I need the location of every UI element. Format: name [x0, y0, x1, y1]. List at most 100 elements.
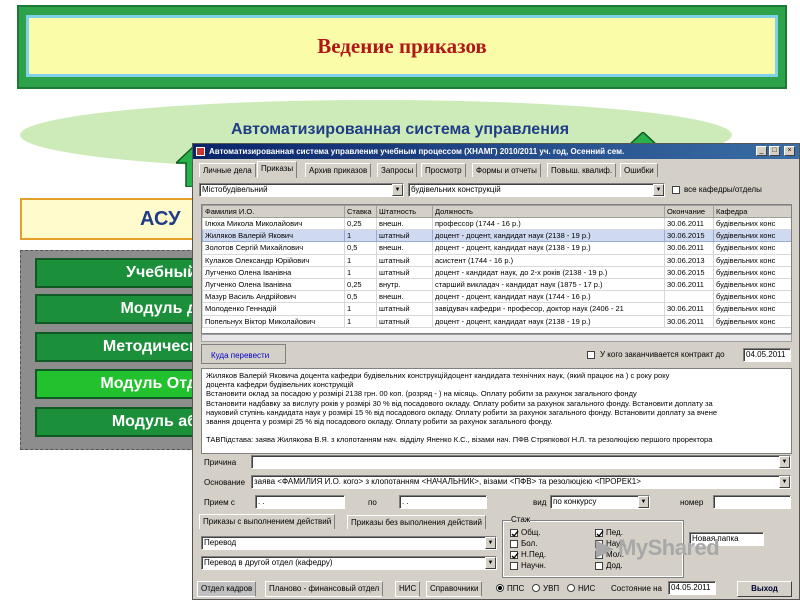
- menu-item-methodical[interactable]: Методическ: [35, 332, 205, 362]
- radio-nis[interactable]: [567, 584, 575, 592]
- order-text-area[interactable]: Жиляков Валерій Яковича доцента кафедри …: [201, 368, 792, 454]
- column-header[interactable]: Ставка: [344, 205, 377, 218]
- table-cell: будівельних конс: [713, 265, 791, 279]
- minimize-icon[interactable]: _: [756, 146, 767, 156]
- table-row[interactable]: Лугченко Олена Іванівна 1 штатный доцент - …: [202, 265, 791, 279]
- radio-pps-label: ППС: [507, 584, 525, 593]
- table-row[interactable]: Попельнух Віктор Миколайович 1 штатный доце…: [202, 314, 791, 328]
- basis-select[interactable]: заява <ФАМИЛИЯ И.О. кого> з клопотанням …: [251, 475, 791, 489]
- tab-errors[interactable]: Ошибки: [620, 163, 658, 177]
- window-title: Автоматизированная система управления уч…: [209, 147, 625, 156]
- menu-item-applicant[interactable]: Модуль аб: [35, 407, 205, 437]
- type-value: по конкурсу: [553, 497, 597, 506]
- tab-nis[interactable]: НИС: [395, 581, 421, 597]
- basis-value: заява <ФАМИЛИЯ И.О. кого> з клопотанням …: [254, 477, 641, 486]
- faculty-select-value: Містобудівельний: [202, 185, 268, 194]
- tab-queries[interactable]: Запросы: [377, 163, 418, 177]
- table-cell: 30.06.2015: [664, 229, 714, 243]
- table-cell: будівельних конс: [713, 314, 791, 328]
- type-select[interactable]: по конкурсу ▼: [550, 495, 650, 509]
- order-type-select[interactable]: Перевод ▼: [201, 536, 497, 550]
- menu-item-educational[interactable]: Учебный: [35, 258, 205, 288]
- department-select[interactable]: будівельних конструкцій ▼: [408, 183, 665, 197]
- stazh-label: Бол.: [521, 539, 538, 548]
- table-cell: Лугченко Олена Іванівна: [202, 277, 345, 292]
- menu-item-personnel[interactable]: Модуль Отд: [35, 369, 205, 399]
- chevron-down-icon[interactable]: ▼: [653, 184, 664, 196]
- radio-nis-label: НИС: [578, 584, 596, 593]
- table-cell: 1: [344, 265, 377, 279]
- table-row[interactable]: Молоденко Геннадій 1 штатный завідувач кафе…: [202, 302, 791, 316]
- radio-pps[interactable]: [496, 584, 504, 592]
- memo-line: Жиляков Валерій Яковича доцента кафедри …: [206, 371, 670, 380]
- tab-personal-files[interactable]: Личные дела: [199, 163, 256, 177]
- tab-qualification[interactable]: Повыш. квалиф.: [547, 163, 617, 177]
- chevron-down-icon[interactable]: ▼: [485, 537, 496, 549]
- table-row[interactable]: Жиляков Валерій Якович 1 штатный доцент - д…: [202, 229, 791, 243]
- maximize-icon[interactable]: □: [769, 146, 780, 156]
- exit-button[interactable]: Выход: [737, 581, 792, 597]
- tab-personnel-dept[interactable]: Отдел кадров: [197, 581, 257, 597]
- table-cell: штатный: [376, 229, 433, 243]
- type-label: вид: [533, 498, 547, 507]
- chevron-down-icon[interactable]: ▼: [779, 476, 790, 488]
- order-subtype-select[interactable]: Перевод в другой отдел (кафедру) ▼: [201, 556, 497, 570]
- table-row[interactable]: Ілюха Микола Миколайович 0,25 внешн. профес…: [202, 216, 791, 231]
- table-cell: доцент - доцент, кандидат наук (1744 - 1…: [432, 290, 665, 304]
- to-input[interactable]: . .: [399, 495, 487, 509]
- stazh-checkbox[interactable]: [510, 562, 518, 570]
- table-cell: 0,25: [344, 216, 377, 231]
- column-header[interactable]: Кафедра: [713, 205, 791, 218]
- column-header[interactable]: Фамилия И.О.: [202, 205, 345, 218]
- table-row[interactable]: Лугченко Олена Іванівна 0,25 внутр. старший…: [202, 277, 791, 292]
- table-row[interactable]: Кулаков Олександр Юрійович 1 штатный асисте…: [202, 253, 791, 267]
- stazh-checkbox[interactable]: [510, 551, 519, 559]
- reason-select[interactable]: ▼: [251, 455, 791, 469]
- tab-orders[interactable]: Приказы: [257, 161, 298, 178]
- table-cell: 30.06.2011: [664, 314, 714, 328]
- stazh-checkbox[interactable]: [510, 540, 518, 548]
- table-cell: будівельних конс: [713, 241, 791, 255]
- table-cell: 1: [344, 229, 377, 243]
- memo-line: ТАВПідстава: заява Жилякова В.Я. з клопо…: [206, 435, 713, 445]
- tab-orders-archive[interactable]: Архив приказов: [305, 163, 372, 177]
- column-header[interactable]: Штатность: [376, 205, 433, 218]
- stazh-checkbox[interactable]: [510, 529, 519, 537]
- move-button[interactable]: Куда перевести: [211, 351, 269, 360]
- tab-view[interactable]: Просмотр: [421, 163, 466, 177]
- tab-references[interactable]: Справочники: [426, 581, 483, 597]
- chevron-down-icon[interactable]: ▼: [392, 184, 403, 196]
- order-type-value: Перевод: [204, 538, 237, 547]
- tab-finance-dept[interactable]: Планово - финансовый отдел: [265, 581, 384, 597]
- chevron-down-icon[interactable]: ▼: [779, 456, 790, 468]
- chevron-down-icon[interactable]: ▼: [485, 557, 496, 569]
- state-date-input[interactable]: 04.05.2011: [668, 581, 716, 595]
- table-cell: 30.06.2013: [664, 253, 714, 267]
- contract-checkbox[interactable]: [587, 351, 595, 359]
- stazh-checkbox[interactable]: [595, 562, 603, 570]
- menu-item-module[interactable]: Модуль д: [35, 294, 205, 324]
- faculty-select[interactable]: Містобудівельний ▼: [199, 183, 404, 197]
- tab-orders-with-actions[interactable]: Приказы с выполнением действий: [199, 514, 336, 529]
- horizontal-scrollbar[interactable]: [201, 334, 792, 342]
- column-header[interactable]: Окончание: [664, 205, 714, 218]
- number-input[interactable]: [713, 495, 791, 509]
- tab-forms-reports[interactable]: Формы и отчеты: [472, 163, 541, 177]
- radio-uvp[interactable]: [532, 584, 540, 592]
- stazh-label: Н.Пед.: [521, 550, 546, 559]
- watermark-logo: ▶ MyShared: [596, 535, 720, 560]
- table-row[interactable]: Золотов Сергій Михайлович 0,5 внешн. доцент…: [202, 241, 791, 255]
- memo-line: Встановити оклад за посадою у розмірі 21…: [206, 389, 637, 399]
- contract-date-input[interactable]: 04.05.2011: [743, 348, 791, 362]
- hire-from-input[interactable]: . .: [255, 495, 345, 509]
- column-header[interactable]: Должность: [432, 205, 665, 218]
- tab-orders-without-actions[interactable]: Приказы без выполнения действий: [347, 515, 487, 529]
- table-cell: будівельних конс: [713, 216, 791, 231]
- table-row[interactable]: Мазур Василь Андрійович 0,5 внешн. доцент -…: [202, 290, 791, 304]
- chevron-down-icon[interactable]: ▼: [638, 496, 649, 508]
- all-depts-checkbox[interactable]: [672, 186, 680, 194]
- table-cell: Попельнух Віктор Миколайович: [202, 314, 345, 328]
- table-cell: 0,5: [344, 290, 377, 304]
- close-icon[interactable]: ×: [784, 146, 795, 156]
- table-cell: Молоденко Геннадій: [202, 302, 345, 316]
